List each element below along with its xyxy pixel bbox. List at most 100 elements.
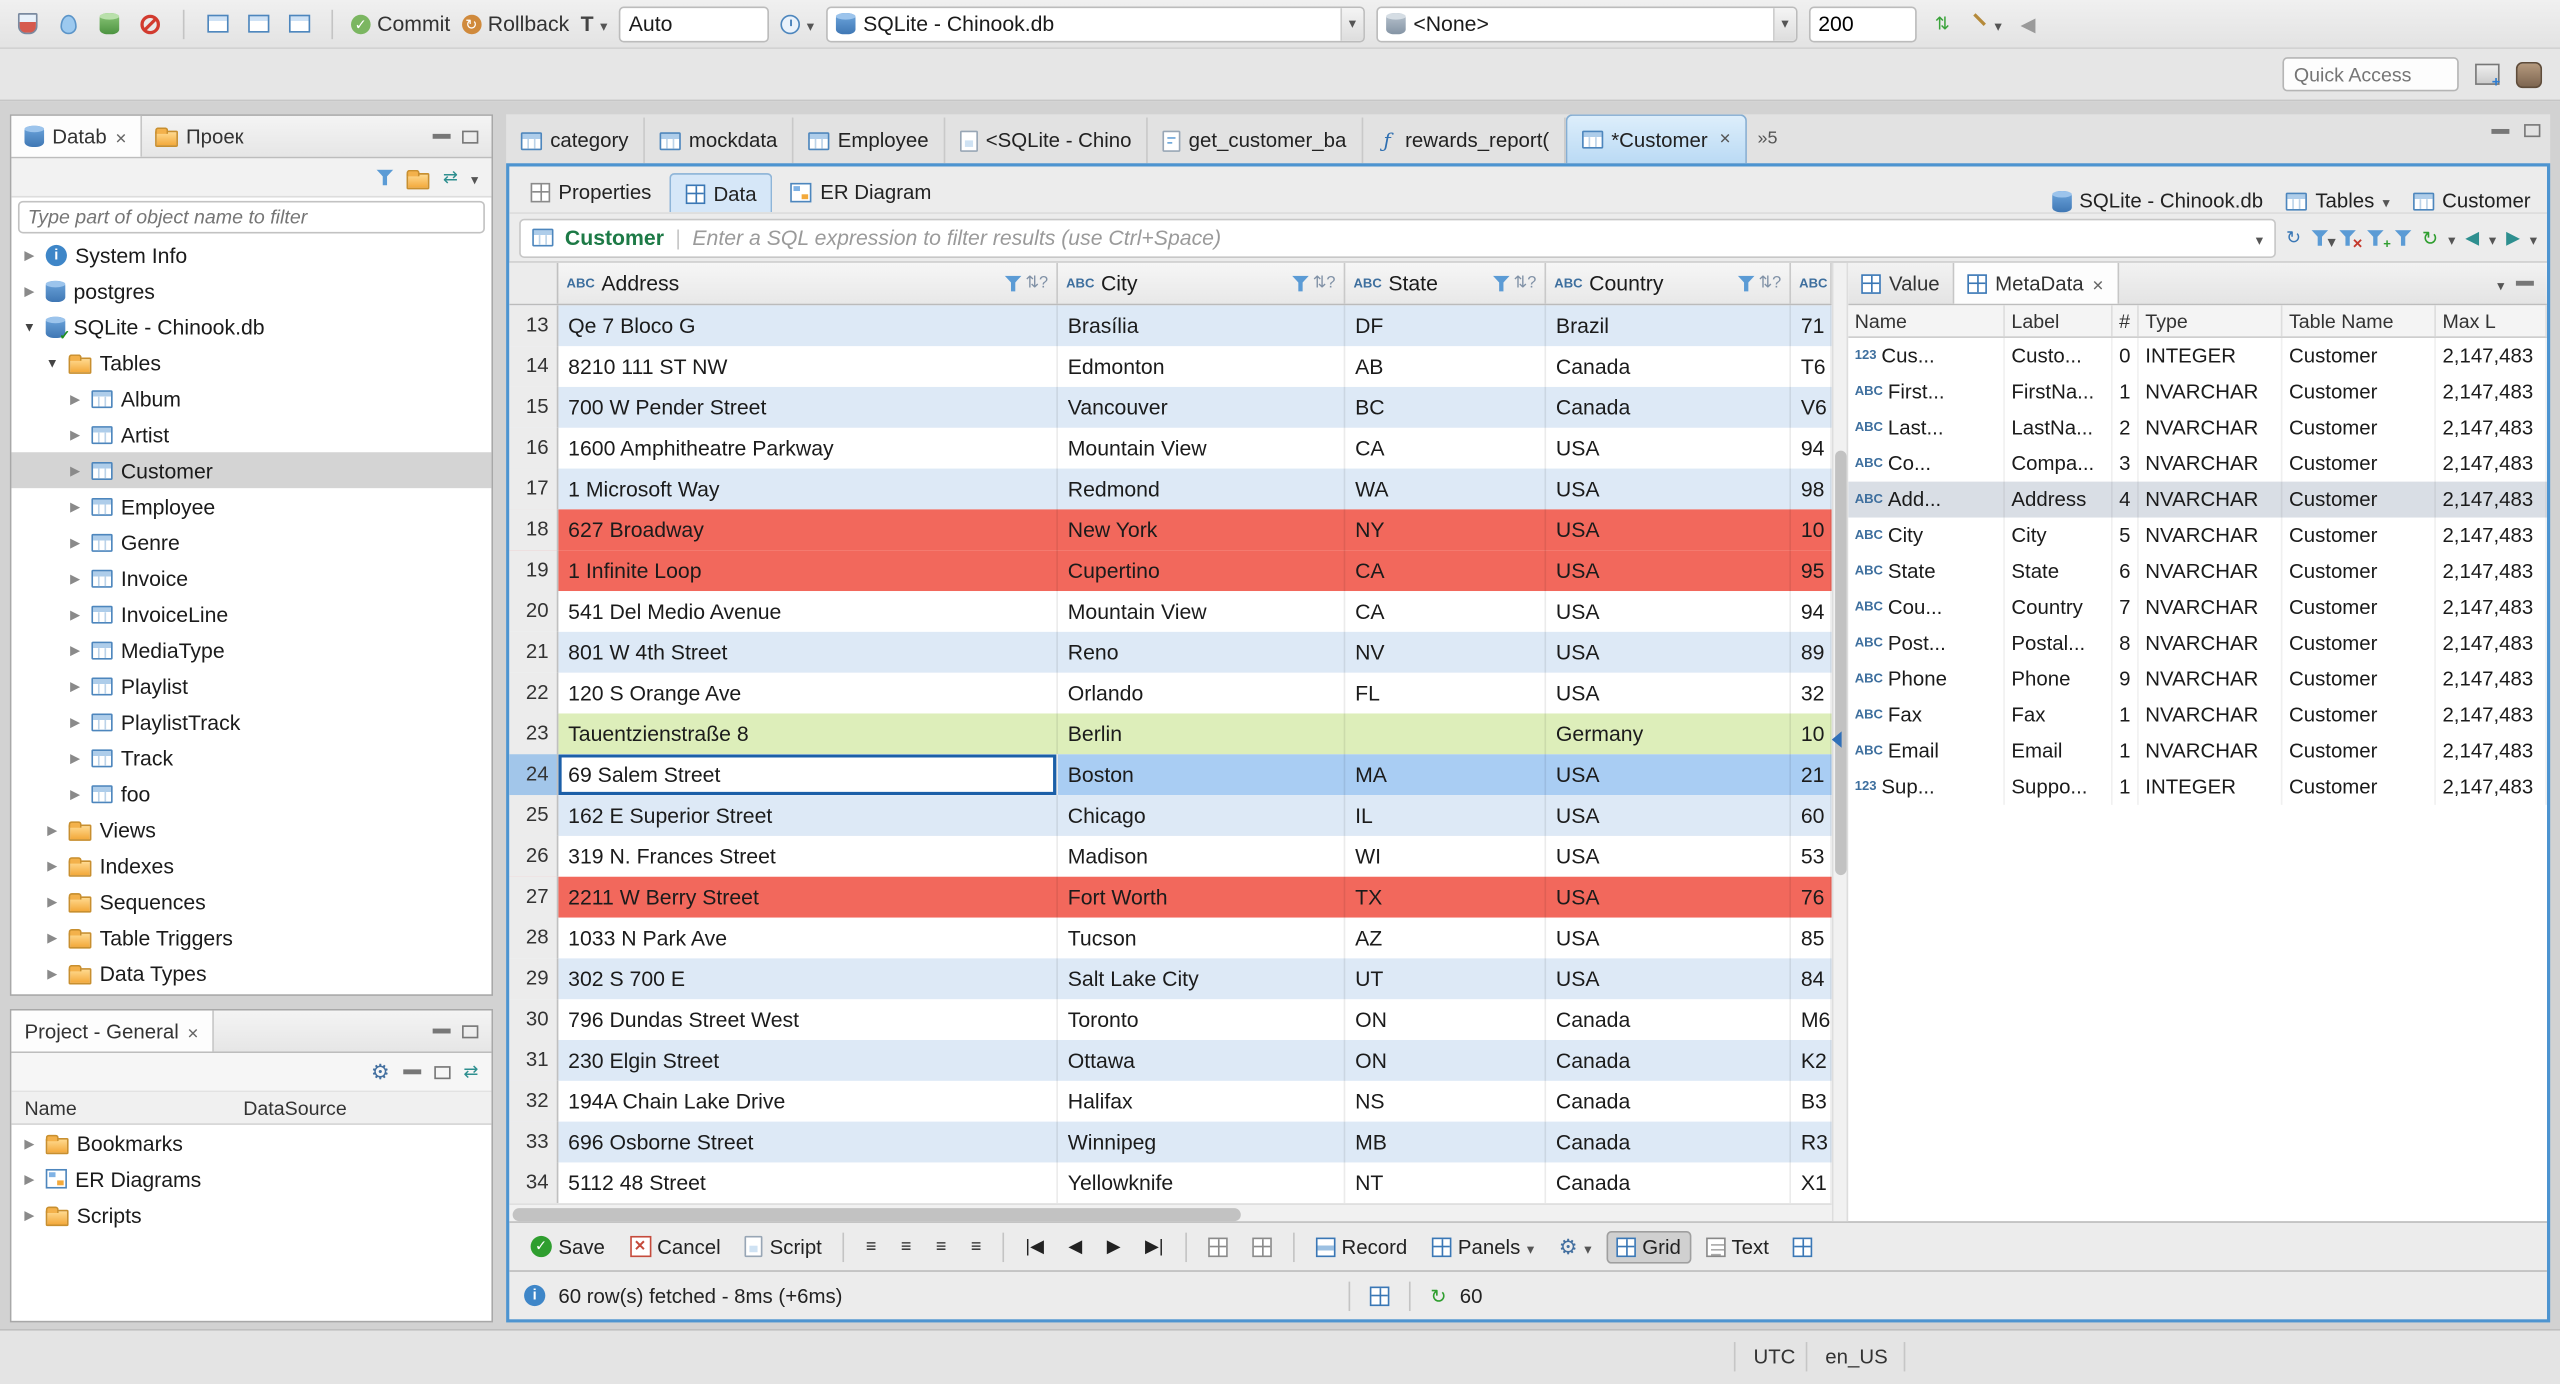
context-connection[interactable]: SQLite - Chinook.db: [2042, 189, 2273, 212]
settings-button[interactable]: [1549, 1229, 1602, 1265]
meta-column-item[interactable]: #: [2113, 305, 2139, 337]
table-row-15[interactable]: 15 700 W Pender Street Vancouver BC Canada V6: [509, 386, 1832, 428]
meta-cell[interactable]: NVARCHAR: [2139, 373, 2283, 410]
cell-city[interactable]: Edmonton: [1058, 346, 1346, 387]
cell-postal[interactable]: V6: [1791, 386, 1832, 428]
cell-city[interactable]: Madison: [1058, 835, 1346, 877]
filter-icon[interactable]: [1291, 275, 1310, 292]
meta-cell[interactable]: 123 Cus...: [1848, 337, 2005, 374]
meta-cell[interactable]: Email: [2005, 733, 2113, 769]
meta-cell[interactable]: 7: [2113, 589, 2139, 626]
row-number[interactable]: 14: [509, 346, 559, 387]
editor-tab-category[interactable]: category: [506, 117, 645, 164]
meta-cell[interactable]: LastNa...: [2005, 409, 2113, 446]
cell-city[interactable]: Vancouver: [1058, 386, 1346, 428]
table-row-20[interactable]: 20 541 Del Medio Avenue Mountain View CA USA…: [509, 591, 1832, 632]
cell-address[interactable]: 541 Del Medio Avenue: [558, 591, 1058, 632]
cell-state[interactable]: AB: [1345, 346, 1547, 387]
cell-country[interactable]: USA: [1546, 468, 1792, 510]
meta-cell[interactable]: NVARCHAR: [2139, 589, 2283, 626]
new-sql-editor-icon[interactable]: [202, 9, 231, 38]
meta-row-address[interactable]: ABC Add... Address 4 NVARCHAR Customer 2,147,4…: [1848, 481, 2547, 518]
cell-city[interactable]: Halifax: [1058, 1080, 1346, 1122]
meta-cell[interactable]: 2,147,483: [2436, 733, 2547, 769]
meta-cell[interactable]: ABC Last...: [1848, 409, 2005, 446]
locale-indicator[interactable]: en_US: [1825, 1345, 1887, 1368]
expand-arrow-icon[interactable]: ▶: [44, 966, 60, 981]
driver-manager-icon[interactable]: [54, 9, 83, 38]
expand-arrow-icon[interactable]: ▶: [44, 858, 60, 873]
cell-postal[interactable]: 76: [1791, 876, 1832, 918]
cell-country[interactable]: USA: [1546, 550, 1792, 592]
cell-country[interactable]: USA: [1546, 591, 1792, 632]
meta-cell[interactable]: 2,147,483: [2436, 553, 2547, 590]
cell-country[interactable]: Brazil: [1546, 305, 1792, 347]
meta-cell[interactable]: NVARCHAR: [2139, 733, 2283, 769]
scrollbar-thumb[interactable]: [1835, 450, 1847, 876]
filter-input[interactable]: Customer | Enter a SQL expression to fil…: [519, 217, 2277, 258]
filter-icon[interactable]: [1004, 275, 1023, 292]
cell-postal[interactable]: 98: [1791, 468, 1832, 510]
meta-row-lastna[interactable]: ABC Last... LastNa... 2 NVARCHAR Customer 2,14…: [1848, 409, 2547, 446]
expand-arrow-icon[interactable]: ▶: [21, 1207, 37, 1222]
minimize-icon[interactable]: [2491, 128, 2510, 134]
minimize-icon[interactable]: [2515, 280, 2534, 286]
edit-value-icon[interactable]: ≡: [856, 1232, 886, 1261]
row-number[interactable]: 28: [509, 917, 559, 959]
meta-cell[interactable]: NVARCHAR: [2139, 517, 2283, 554]
maximize-icon[interactable]: [462, 129, 479, 143]
tree-item-invoice[interactable]: ▶ Invoice: [11, 560, 491, 596]
fetch-page-icon[interactable]: [1198, 1232, 1237, 1261]
table-row-17[interactable]: 17 1 Microsoft Way Redmond WA USA 98: [509, 468, 1832, 510]
sort-indicator-icon[interactable]: ⇅?: [1025, 274, 1048, 292]
meta-cell[interactable]: Fax: [2005, 697, 2113, 734]
cell-city[interactable]: Toronto: [1058, 999, 1346, 1040]
table-row-31[interactable]: 31 230 Elgin Street Ottawa ON Canada K2: [509, 1039, 1832, 1081]
meta-cell[interactable]: State: [2005, 553, 2113, 590]
meta-cell[interactable]: ABC First...: [1848, 373, 2005, 410]
expand-arrow-icon[interactable]: ▶: [67, 427, 83, 442]
last-row-icon[interactable]: ▶|: [1135, 1231, 1173, 1262]
expand-arrow-icon[interactable]: ▶: [21, 1136, 37, 1151]
meta-cell[interactable]: ABC Co...: [1848, 445, 2005, 482]
disconnect-icon[interactable]: [136, 9, 165, 38]
meta-cell[interactable]: 8: [2113, 625, 2139, 662]
cell-postal[interactable]: 85: [1791, 917, 1832, 959]
meta-row-phone[interactable]: ABC Phone Phone 9 NVARCHAR Customer 2,147,483: [1848, 661, 2547, 698]
column-header-state[interactable]: ABC State ⇅?: [1345, 262, 1547, 304]
cell-country[interactable]: USA: [1546, 672, 1792, 714]
fetch-all-icon[interactable]: [1242, 1232, 1281, 1261]
tab-value[interactable]: Value: [1848, 263, 1953, 304]
close-icon[interactable]: [2092, 272, 2104, 295]
filter-add-icon[interactable]: +: [2366, 229, 2391, 251]
cell-address[interactable]: 1600 Amphitheatre Parkway: [558, 427, 1058, 469]
cell-address[interactable]: 696 Osborne Street: [558, 1121, 1058, 1163]
row-number[interactable]: 24: [509, 754, 559, 796]
project-item-bookmarks[interactable]: ▶ Bookmarks: [11, 1125, 491, 1161]
cell-city[interactable]: Mountain View: [1058, 427, 1346, 469]
cell-address[interactable]: Qe 7 Bloco G: [558, 305, 1058, 347]
cell-city[interactable]: Berlin: [1058, 713, 1346, 755]
cell-postal[interactable]: 10: [1791, 509, 1832, 551]
row-number[interactable]: 29: [509, 958, 559, 1000]
meta-cell[interactable]: NVARCHAR: [2139, 445, 2283, 482]
meta-cell[interactable]: NVARCHAR: [2139, 625, 2283, 662]
meta-row-suppo[interactable]: 123 Sup... Suppo... 1 INTEGER Customer 2,147,4…: [1848, 768, 2547, 805]
cell-address[interactable]: 5112 48 Street: [558, 1162, 1058, 1204]
tree-item-table-triggers[interactable]: ▶ Table Triggers: [11, 919, 491, 955]
table-row-19[interactable]: 19 1 Infinite Loop Cupertino CA USA 95: [509, 550, 1832, 592]
meta-column-label[interactable]: Label: [2005, 305, 2113, 337]
meta-cell[interactable]: Customer: [2282, 337, 2436, 374]
collapse-all-icon[interactable]: [375, 168, 394, 186]
meta-row-city[interactable]: ABC City City 5 NVARCHAR Customer 2,147,483: [1848, 517, 2547, 554]
meta-cell[interactable]: NVARCHAR: [2139, 697, 2283, 734]
meta-cell[interactable]: 2,147,483: [2436, 768, 2547, 805]
row-number-header[interactable]: [509, 262, 559, 304]
cell-postal[interactable]: 21: [1791, 754, 1832, 796]
meta-row-state[interactable]: ABC State State 6 NVARCHAR Customer 2,147,483: [1848, 553, 2547, 590]
tab-properties[interactable]: Properties: [516, 173, 666, 212]
meta-cell[interactable]: Customer: [2282, 589, 2436, 626]
editor-tab-rewards-report[interactable]: ƒ rewards_report(: [1363, 117, 1566, 164]
chevron-down-icon[interactable]: [1340, 7, 1363, 40]
cell-postal[interactable]: R3: [1791, 1121, 1832, 1163]
